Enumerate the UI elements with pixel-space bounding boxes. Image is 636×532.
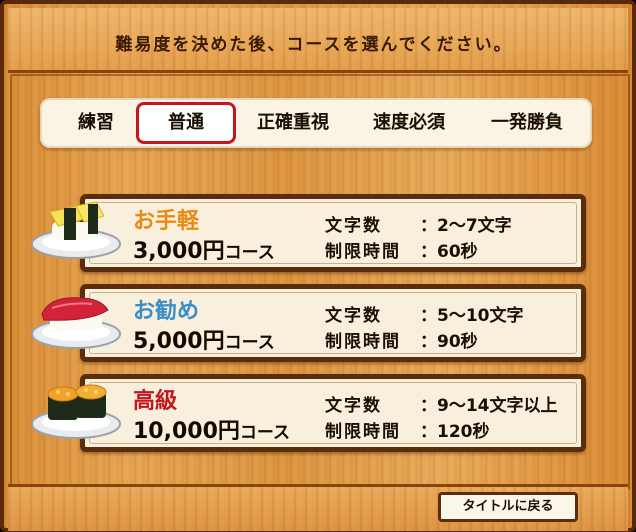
maguro-sushi-icon	[31, 297, 121, 349]
tab-accuracy[interactable]: 正確重視	[236, 102, 350, 144]
char-count: 文字数 ：2〜7文字	[325, 216, 512, 236]
instruction-text: 難易度を決めた後、コースを選んでください。	[115, 35, 513, 55]
tab-speed[interactable]: 速度必須	[352, 102, 466, 144]
course-card-otegaru[interactable]: お手軽 3,000円コース 文字数 ：2〜7文字 制限時間 ：60秒	[80, 194, 586, 272]
course-price: 5,000円コース	[133, 329, 275, 354]
char-count: 文字数 ：9〜14文字以上	[325, 396, 558, 416]
course-card-osusume[interactable]: お勧め 5,000円コース 文字数 ：5〜10文字 制限時間 ：90秒	[80, 284, 586, 362]
course-name: お勧め	[133, 299, 200, 324]
tab-one-shot[interactable]: 一発勝負	[470, 102, 584, 144]
course-price: 3,000円コース	[133, 239, 275, 264]
char-count: 文字数 ：5〜10文字	[325, 306, 524, 326]
course-price: 10,000円コース	[133, 419, 291, 444]
time-limit: 制限時間 ：120秒	[325, 422, 490, 442]
time-limit: 制限時間 ：90秒	[325, 332, 478, 352]
tab-practice[interactable]: 練習	[50, 102, 142, 144]
course-card-koukyuu[interactable]: 高級 10,000円コース 文字数 ：9〜14文字以上 制限時間 ：120秒	[80, 374, 586, 452]
course-name: 高級	[133, 389, 178, 414]
back-to-title-button[interactable]: タイトルに戻る	[438, 492, 578, 522]
difficulty-tabs: 練習 普通 正確重視 速度必須 一発勝負	[40, 98, 592, 148]
uni-sushi-icon	[31, 384, 121, 439]
course-name: お手軽	[133, 209, 200, 234]
time-limit: 制限時間 ：60秒	[325, 242, 478, 262]
tamago-sushi-icon	[31, 201, 121, 259]
tab-normal[interactable]: 普通	[136, 102, 236, 144]
